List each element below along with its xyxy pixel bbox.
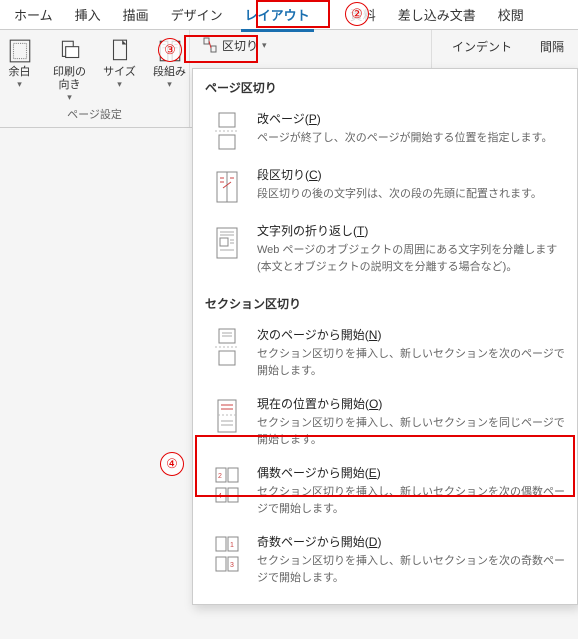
dd-item-continuous[interactable]: 現在の位置から開始(O) セクション区切りを挿入し、新しいセクションを同じページ… — [193, 389, 577, 458]
tab-layout[interactable]: レイアウト — [235, 1, 320, 28]
chevron-down-icon: ▾ — [17, 79, 22, 90]
next-page-icon — [211, 328, 243, 366]
dd-item-even-page[interactable]: 24 偶数ページから開始(E) セクション区切りを挿入し、新しいセクションを次の… — [193, 458, 577, 527]
dd-desc: セクション区切りを挿入し、新しいセクションを次の奇数ページで開始します。 — [257, 553, 565, 586]
dd-desc: 段区切りの後の文字列は、次の段の先頭に配置されます。 — [257, 186, 565, 203]
svg-text:3: 3 — [230, 562, 234, 569]
tab-design[interactable]: デザイン — [161, 1, 233, 28]
dd-section-page-breaks: ページ区切り — [193, 69, 577, 104]
group-page-setup: 余白 ▾ 印刷の 向き ▾ サイズ ▾ 段組み ▾ ページ設定 — [0, 30, 190, 127]
column-break-icon — [211, 168, 243, 206]
dd-title: 改ページ(P) — [257, 110, 565, 127]
margins-label: 余白 — [9, 66, 31, 79]
svg-text:4: 4 — [218, 493, 222, 500]
text-wrap-icon — [211, 224, 243, 262]
dd-desc: セクション区切りを挿入し、新しいセクションを次のページで開始します。 — [257, 346, 565, 379]
tab-mailings[interactable]: 差し込み文書 — [388, 1, 486, 28]
tab-references[interactable]: 資料 — [322, 1, 386, 28]
annotation-circle-4: ④ — [160, 452, 184, 476]
columns-label: 段組み — [153, 66, 186, 79]
orientation-label: 印刷の 向き — [53, 66, 86, 92]
dd-title: 段区切り(C) — [257, 166, 565, 183]
margins-icon — [7, 38, 33, 64]
indent-label: インデント — [444, 34, 520, 59]
dd-item-next-page[interactable]: 次のページから開始(N) セクション区切りを挿入し、新しいセクションを次のページ… — [193, 320, 577, 389]
dd-item-column-break[interactable]: 段区切り(C) 段区切りの後の文字列は、次の段の先頭に配置されます。 — [193, 160, 577, 216]
chevron-down-icon: ▾ — [117, 79, 122, 90]
size-icon — [107, 38, 133, 64]
breaks-icon — [202, 37, 218, 53]
dd-title: 現在の位置から開始(O) — [257, 395, 565, 412]
dd-desc: セクション区切りを挿入し、新しいセクションを次の偶数ページで開始します。 — [257, 484, 565, 517]
dd-item-odd-page[interactable]: 13 奇数ページから開始(D) セクション区切りを挿入し、新しいセクションを次の… — [193, 527, 577, 596]
dd-desc: ページが終了し、次のページが開始する位置を指定します。 — [257, 130, 565, 147]
margins-button[interactable]: 余白 ▾ — [0, 34, 41, 90]
breaks-dropdown: ページ区切り 改ページ(P) ページが終了し、次のページが開始する位置を指定しま… — [192, 68, 578, 605]
spacing-label: 間隔 — [532, 34, 572, 59]
tab-review[interactable]: 校閲 — [488, 1, 534, 28]
breaks-label: 区切り — [222, 37, 258, 54]
chevron-down-icon: ▾ — [167, 79, 172, 90]
columns-icon — [157, 38, 183, 64]
tab-insert[interactable]: 挿入 — [65, 1, 111, 28]
svg-text:2: 2 — [218, 473, 222, 480]
svg-text:1: 1 — [230, 542, 234, 549]
odd-page-icon: 13 — [211, 535, 243, 573]
dd-desc: Web ページのオブジェクトの周囲にある文字列を分離します (本文とオブジェクト… — [257, 242, 565, 275]
ribbon-tabs: ホーム 挿入 描画 デザイン レイアウト 資料 差し込み文書 校閲 — [0, 0, 578, 30]
size-button[interactable]: サイズ ▾ — [99, 34, 141, 90]
dd-item-text-wrap[interactable]: 文字列の折り返し(T) Web ページのオブジェクトの周囲にある文字列を分離しま… — [193, 216, 577, 285]
page-break-icon — [211, 112, 243, 150]
tab-home[interactable]: ホーム — [4, 1, 63, 28]
breaks-button[interactable]: 区切り ▾ — [196, 34, 273, 56]
tab-draw[interactable]: 描画 — [113, 1, 159, 28]
dd-desc: セクション区切りを挿入し、新しいセクションを同じページで開始します。 — [257, 415, 565, 448]
group-page-setup-label: ページ設定 — [67, 106, 122, 122]
continuous-icon — [211, 397, 243, 435]
even-page-icon: 24 — [211, 466, 243, 504]
dd-title: 奇数ページから開始(D) — [257, 533, 565, 550]
dd-title: 次のページから開始(N) — [257, 326, 565, 343]
columns-button[interactable]: 段組み ▾ — [149, 34, 191, 90]
dd-item-page-break[interactable]: 改ページ(P) ページが終了し、次のページが開始する位置を指定します。 — [193, 104, 577, 160]
size-label: サイズ — [103, 66, 136, 79]
chevron-down-icon: ▾ — [262, 40, 267, 51]
chevron-down-icon: ▾ — [67, 92, 72, 103]
orientation-icon — [57, 38, 83, 64]
dd-title: 文字列の折り返し(T) — [257, 222, 565, 239]
dd-section-section-breaks: セクション区切り — [193, 285, 577, 320]
dd-title: 偶数ページから開始(E) — [257, 464, 565, 481]
orientation-button[interactable]: 印刷の 向き ▾ — [49, 34, 91, 103]
